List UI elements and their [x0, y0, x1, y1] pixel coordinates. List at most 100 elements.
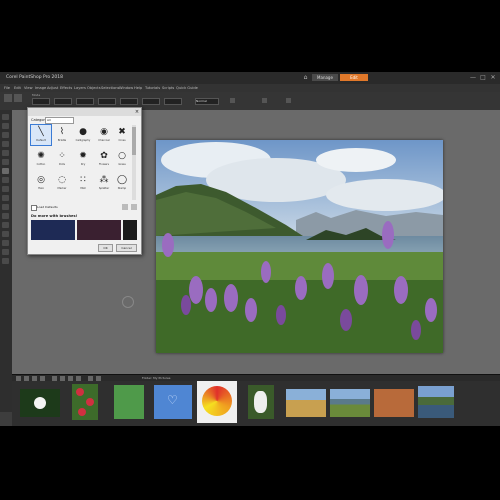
pan-tool-icon[interactable]: [2, 114, 9, 120]
thumbnail-red-flowers[interactable]: [72, 384, 98, 420]
thumbnail-river-landscape[interactable]: [418, 386, 454, 418]
folder-label[interactable]: Folder: My Pictures: [142, 376, 170, 380]
retouch-tool-icon[interactable]: [2, 258, 9, 264]
size-field[interactable]: [32, 98, 50, 105]
preset-item[interactable]: ✿ Flowers: [94, 149, 114, 169]
paint-brush-tool-icon[interactable]: [2, 168, 9, 174]
thumbnail-blue-heart[interactable]: ♡: [154, 385, 192, 419]
category-select[interactable]: All: [45, 117, 74, 124]
brush-pack-carousel: [31, 220, 137, 240]
thumbnail-white-flower[interactable]: [20, 389, 60, 417]
menu-adjust[interactable]: Adjust: [47, 86, 58, 90]
menu-layers[interactable]: Layers: [74, 86, 86, 90]
brush-presets-dialog: × Category: All ╲ Default ⌇ Bristle ● Calli…: [27, 107, 142, 255]
menu-edit[interactable]: Edit: [14, 86, 21, 90]
tab-edit[interactable]: Edit: [340, 74, 368, 81]
minimize-button[interactable]: —: [468, 73, 478, 82]
crop-tool-icon[interactable]: [2, 150, 9, 156]
pick-tool-icon[interactable]: [2, 132, 9, 138]
menu-view[interactable]: View: [24, 86, 33, 90]
eraser-tool-icon[interactable]: [2, 186, 9, 192]
brush-preset-icon: ╲: [38, 127, 44, 137]
save-preset-icon[interactable]: [122, 204, 128, 210]
preset-scrollbar[interactable]: [132, 125, 136, 200]
spiral-shape: [202, 386, 232, 416]
menu-scripts[interactable]: Scripts: [162, 86, 174, 90]
home-icon[interactable]: ⌂: [302, 74, 309, 81]
preset-item[interactable]: ⁘ Dots: [52, 149, 72, 169]
brush-pack-thumbnail[interactable]: [31, 220, 75, 240]
pen-tool-icon[interactable]: [2, 222, 9, 228]
preset-item[interactable]: ⁂ Splatter: [94, 173, 114, 193]
step-field[interactable]: [76, 98, 94, 105]
straighten-tool-icon[interactable]: [2, 159, 9, 165]
close-button[interactable]: ✕: [488, 73, 498, 82]
text-tool-icon[interactable]: [2, 204, 9, 210]
color-changer-tool-icon[interactable]: [2, 249, 9, 255]
shape-tool-icon[interactable]: [2, 213, 9, 219]
warp-tool-icon[interactable]: [2, 231, 9, 237]
brush-pack-thumbnail[interactable]: [77, 220, 121, 240]
scrollbar-thumb[interactable]: [132, 127, 136, 155]
brush-preset-icon: ◉: [100, 127, 108, 137]
maximize-button[interactable]: □: [478, 73, 488, 82]
preset-item[interactable]: ◯ Stamp: [112, 173, 132, 193]
menu-help[interactable]: Help: [134, 86, 142, 90]
close-icon[interactable]: ×: [133, 108, 141, 116]
menu-quick-guide[interactable]: Quick Guide: [176, 86, 198, 90]
menu-selections[interactable]: Selections: [101, 86, 119, 90]
preset-item[interactable]: ⌇ Bristle: [52, 125, 72, 145]
preset-item[interactable]: ╲ Default: [30, 124, 52, 146]
preset-item[interactable]: ◉ Charcoal: [94, 125, 114, 145]
rotation-field[interactable]: [142, 98, 160, 105]
opacity-field[interactable]: [164, 98, 182, 105]
hardness-field[interactable]: [54, 98, 72, 105]
image-canvas[interactable]: [156, 140, 443, 353]
thumbnail-orange-rock[interactable]: [374, 389, 414, 417]
menu-objects[interactable]: Objects: [87, 86, 101, 90]
delete-preset-icon[interactable]: [131, 204, 137, 210]
clone-tool-icon[interactable]: [2, 177, 9, 183]
preset-item[interactable]: ◎ Halo: [31, 173, 51, 193]
menu-bar: File Edit View Image Adjust Effects Laye…: [0, 84, 500, 92]
menu-window[interactable]: Window: [119, 86, 133, 90]
paint-brush-icon[interactable]: [4, 94, 12, 102]
preset-item[interactable]: ○ Grass: [112, 149, 132, 169]
menu-image[interactable]: Image: [35, 86, 46, 90]
thumbnail-white-cockatoo[interactable]: [248, 385, 274, 419]
option-checkbox-icon[interactable]: [230, 98, 235, 103]
brush-preset-icon: ✹: [79, 151, 87, 161]
fill-tool-icon[interactable]: [2, 195, 9, 201]
preset-item[interactable]: ● Calligraphy: [73, 125, 93, 145]
preset-item[interactable]: ✺ Cotton: [31, 149, 51, 169]
brush-preset-icon[interactable]: [14, 94, 22, 102]
blend-mode-select[interactable]: Normal: [195, 98, 219, 105]
ok-button[interactable]: OK: [98, 244, 113, 252]
thickness-field[interactable]: [120, 98, 138, 105]
flower-shape: [76, 388, 84, 396]
cancel-button[interactable]: Cancel: [116, 244, 137, 252]
thumbnail-lake-flowers[interactable]: [330, 389, 370, 417]
preset-item[interactable]: ∷ Mist: [73, 173, 93, 193]
thumbnail-grass-field[interactable]: [286, 389, 326, 417]
thumbnail-rainbow-spiral[interactable]: [197, 381, 237, 423]
preset-item[interactable]: ✹ Dry: [73, 149, 93, 169]
option-checkbox-icon[interactable]: [262, 98, 267, 103]
option-checkbox-icon[interactable]: [286, 98, 291, 103]
dodge-tool-icon[interactable]: [2, 240, 9, 246]
selection-tool-icon[interactable]: [2, 141, 9, 147]
brush-preset-icon: ✿: [100, 151, 108, 161]
brush-preset-icon: ○: [118, 151, 126, 161]
landscape-photo: [156, 140, 443, 353]
brush-cursor: [122, 296, 134, 308]
thumbnail-green-succulents[interactable]: [114, 385, 144, 419]
preset-item[interactable]: ◌ Marker: [52, 173, 72, 193]
density-field[interactable]: [98, 98, 116, 105]
menu-effects[interactable]: Effects: [60, 86, 72, 90]
preset-item[interactable]: ✖ Cross: [112, 125, 132, 145]
zoom-tool-icon[interactable]: [2, 123, 9, 129]
brush-pack-thumbnail[interactable]: [123, 220, 137, 240]
menu-tutorials[interactable]: Tutorials: [145, 86, 160, 90]
menu-file[interactable]: File: [4, 86, 10, 90]
tab-manage[interactable]: Manage: [312, 74, 338, 81]
